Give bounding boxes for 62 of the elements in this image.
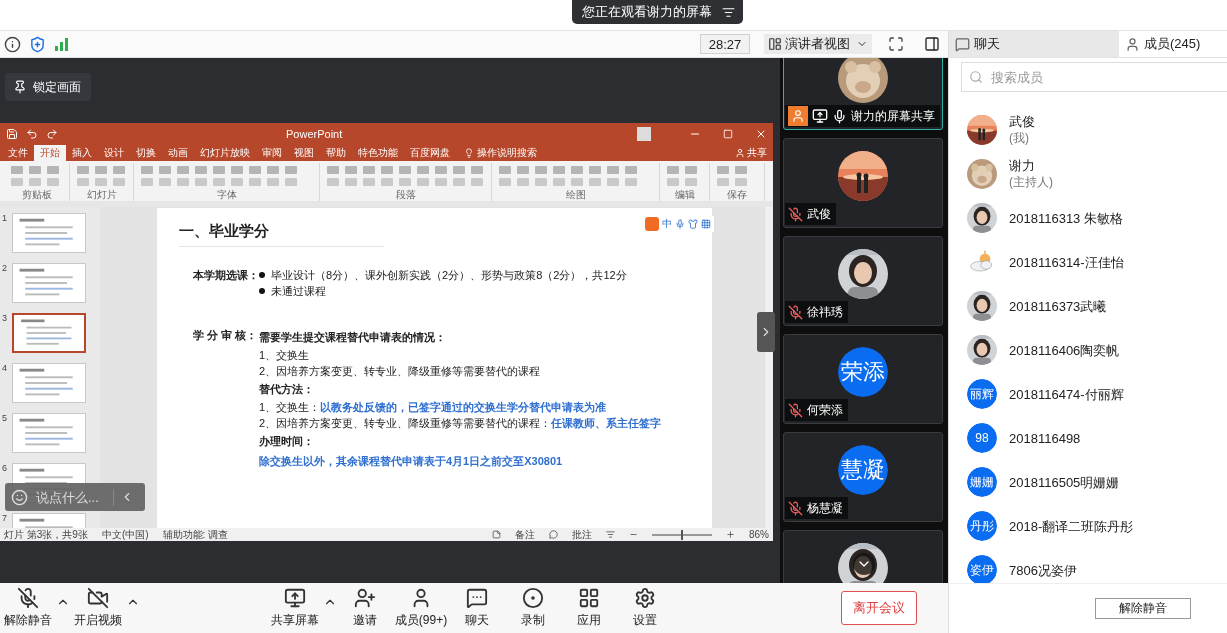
member-role: (我) — [1009, 130, 1030, 147]
slide-text: 1、交换生 — [259, 348, 310, 363]
tab-label: 聊天 — [974, 35, 1000, 53]
avatar: 丹彤 — [967, 511, 997, 541]
status-text: 辅助功能: 调查 — [162, 528, 229, 541]
slide-text: 办理时间： — [259, 434, 314, 449]
member-name: 2018116373武曦 — [1009, 297, 1107, 315]
banner-text: 您正在观看谢力的屏幕 — [582, 3, 712, 21]
slide-number: 1 — [2, 213, 8, 225]
slide-number: 5 — [2, 413, 8, 425]
avatar: 姿伊 — [967, 555, 997, 583]
slide-text: 需要学生提交课程替代申请表的情况： — [259, 330, 446, 345]
ribbon-group-label: 编辑 — [674, 189, 695, 200]
slide-number: 7 — [2, 513, 8, 525]
participant-name: 谢力的屏幕共享 — [851, 107, 935, 125]
ribbon-group-label: 保存 — [727, 189, 747, 200]
status-text: 中文(中国) — [101, 528, 149, 541]
member-name: 2018116474-付丽辉 — [1009, 385, 1124, 403]
slide-text: 2、因培养方案变更、转专业、降级重修等需要替代的课程 — [259, 364, 541, 379]
member-name: 2018116406陶奕帆 — [1009, 341, 1120, 359]
slide-number: 4 — [2, 363, 8, 375]
slide-title: 一、毕业学分 — [179, 222, 384, 247]
slide-text: 2、因培养方案变更、转专业、降级重修等需要替代的课程：任课教师、系主任签字 — [259, 416, 662, 431]
slide-text: 替代方法： — [259, 382, 314, 397]
avatar: 98 — [967, 423, 997, 453]
member-name: 2018116505明姗姗 — [1009, 473, 1120, 491]
slide-text: 毕业设计（8分）、课外创新实践（2分）、形势与政策8（2分），共12分 — [271, 268, 627, 283]
slide-number: 6 — [2, 463, 8, 475]
slide-text: 1、交换生：以教务处反馈的，已签字通过的交换生学分替代申请表为准 — [259, 400, 607, 415]
ribbon-group-label: 字体 — [216, 189, 237, 200]
member-name: 谢力 — [1009, 157, 1036, 174]
status-text: 灯片 第3张，共9张 — [4, 528, 88, 541]
participant-name: 徐祎琇 — [807, 303, 843, 321]
member-name: 2018116314-汪佳怡 — [1009, 253, 1124, 271]
ribbon-group-label: 段落 — [395, 189, 416, 200]
window-title: PowerPoint — [286, 128, 343, 140]
ime-mode: 中 — [662, 217, 672, 231]
participant-name: 杨慧凝 — [807, 499, 843, 517]
tab-label: 成员(245) — [1144, 35, 1201, 53]
avatar: 荣添 — [838, 347, 888, 397]
section-label: 学 分 审 核： — [192, 328, 259, 343]
zoom-reading: 86% — [749, 528, 769, 541]
avatar: 慧凝 — [838, 445, 888, 495]
slide-text: 未通过课程 — [271, 284, 326, 299]
section-label: 本学期选课： — [192, 268, 259, 283]
slide-number: 3 — [2, 313, 8, 325]
participant-name: 武俊 — [807, 205, 831, 223]
avatar: 丽辉 — [967, 379, 997, 409]
avatar: 姗姗 — [967, 467, 997, 497]
slide-text: 除交换生以外，其余课程替代申请表于4月1日之前交至X30801 — [259, 454, 563, 469]
member-name: 2018116498 — [1009, 429, 1081, 447]
ribbon-group-label: 绘图 — [565, 189, 586, 200]
member-name: 2018116313 朱敏格 — [1009, 209, 1123, 227]
member-name: 武俊 — [1009, 113, 1035, 130]
member-role: (主持人) — [1009, 174, 1053, 191]
member-name: 2018-翻译二班陈丹彤 — [1009, 517, 1134, 535]
ribbon-group-label: 幻灯片 — [86, 189, 117, 200]
slide-number: 2 — [2, 263, 8, 275]
participant-name: 何荣添 — [807, 401, 843, 419]
member-name: 7806况姿伊 — [1009, 561, 1077, 579]
ribbon-group-label: 剪贴板 — [21, 189, 52, 200]
meeting-timer: 28:27 — [700, 34, 750, 54]
